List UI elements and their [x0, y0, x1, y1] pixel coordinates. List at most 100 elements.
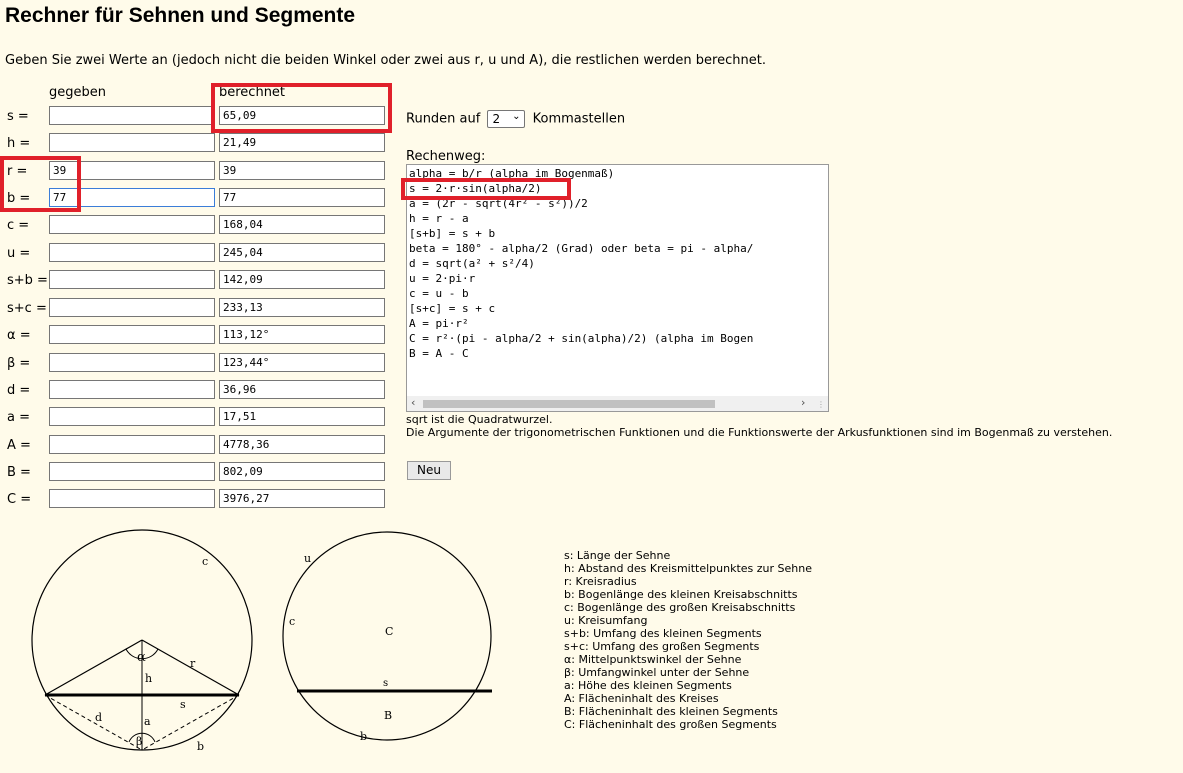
computed-field-c[interactable]: 168,04: [219, 215, 385, 234]
legend-item: a: Höhe des kleinen Segments: [564, 679, 732, 692]
computed-field-a[interactable]: 17,51: [219, 407, 385, 426]
formula-line: A = pi·r²: [409, 317, 469, 330]
legend-item: u: Kreisumfang: [564, 614, 648, 627]
formula-line: h = r - a: [409, 212, 469, 225]
legend-item: c: Bogenlänge des großen Kreisabschnitts: [564, 601, 796, 614]
scrollbar-thumb[interactable]: [423, 400, 715, 408]
legend-item: s+c: Umfang des großen Segments: [564, 640, 760, 653]
given-input-alpha[interactable]: [49, 325, 215, 344]
rounding-control: Runden auf 2 ⌄ Kommastellen: [406, 110, 625, 128]
highlight-box-formula-s: [401, 178, 571, 200]
computed-field-d[interactable]: 36,96: [219, 380, 385, 399]
computed-field-B[interactable]: 802,09: [219, 462, 385, 481]
computed-field-alpha[interactable]: 113,12°: [219, 325, 385, 344]
horizontal-scrollbar[interactable]: ‹ › ⋮: [407, 396, 828, 411]
computed-field-s-plus-b[interactable]: 142,09: [219, 270, 385, 289]
row-label: u =: [7, 246, 31, 261]
computed-field-s-plus-c[interactable]: 233,13: [219, 298, 385, 317]
legend-item: B: Flächeninhalt des kleinen Segments: [564, 705, 778, 718]
legend-item: s+b: Umfang des kleinen Segments: [564, 627, 762, 640]
row-label: α =: [7, 328, 31, 343]
formula-line: d = sqrt(a² + s²/4): [409, 257, 535, 270]
row-label: s =: [7, 109, 29, 124]
label-B: B: [384, 709, 392, 722]
computed-field-beta[interactable]: 123,44°: [219, 353, 385, 372]
given-input-s[interactable]: [49, 106, 215, 125]
given-input-C[interactable]: [49, 489, 215, 508]
chord-diagram-1: c α r h d s a β b: [31, 529, 253, 753]
label-c: c: [202, 555, 208, 568]
scroll-right-icon[interactable]: ›: [801, 396, 805, 409]
given-input-u[interactable]: [49, 243, 215, 262]
rounding-suffix: Kommastellen: [532, 111, 626, 127]
label-C: C: [385, 625, 393, 638]
computed-field-C[interactable]: 3976,27: [219, 489, 385, 508]
label-b: b: [197, 740, 204, 753]
legend-item: C: Flächeninhalt des großen Segments: [564, 718, 777, 731]
label-h: h: [145, 672, 152, 685]
row-label: β =: [7, 356, 31, 371]
row-label: d =: [7, 383, 31, 398]
row-label: A =: [7, 438, 31, 453]
label-a: a: [144, 715, 151, 728]
label-s: s: [383, 678, 388, 689]
rounding-prefix: Runden auf: [406, 111, 481, 127]
new-button[interactable]: Neu: [407, 461, 451, 480]
label-beta: β: [136, 735, 142, 748]
legend-item: b: Bogenlänge des kleinen Kreisabschnitt…: [564, 588, 798, 601]
given-input-a[interactable]: [49, 407, 215, 426]
legend-item: β: Umfangwinkel unter der Sehne: [564, 666, 750, 679]
instructions: Geben Sie zwei Werte an (jedoch nicht di…: [5, 53, 766, 68]
highlight-box-given-r-b: [0, 156, 81, 212]
computed-field-h[interactable]: 21,49: [219, 133, 385, 152]
legend-item: r: Kreisradius: [564, 575, 637, 588]
given-input-s-plus-c[interactable]: [49, 298, 215, 317]
resize-grip-icon[interactable]: ⋮: [817, 400, 825, 409]
given-input-c[interactable]: [49, 215, 215, 234]
given-input-d[interactable]: [49, 380, 215, 399]
rechenweg-label: Rechenweg:: [406, 149, 486, 164]
given-input-beta[interactable]: [49, 353, 215, 372]
computed-field-r[interactable]: 39: [219, 161, 385, 180]
row-label: h =: [7, 136, 31, 151]
given-input-A[interactable]: [49, 435, 215, 454]
formula-line: u = 2·pi·r: [409, 272, 476, 285]
label-u: u: [304, 552, 311, 565]
given-input-B[interactable]: [49, 462, 215, 481]
formula-line: [s+c] = s + c: [409, 302, 496, 315]
computed-field-u[interactable]: 245,04: [219, 243, 385, 262]
label-d: d: [95, 711, 102, 724]
note-sqrt: sqrt ist die Quadratwurzel.: [406, 413, 553, 426]
legend-item: α: Mittelpunktswinkel der Sehne: [564, 653, 742, 666]
computed-field-b[interactable]: 77: [219, 188, 385, 207]
rechenweg-textarea[interactable]: alpha = b/r (alpha im Bogenmaß) s = 2·r·s…: [406, 164, 829, 412]
scroll-left-icon[interactable]: ‹: [411, 396, 415, 409]
legend-item: s: Länge der Sehne: [564, 549, 671, 562]
computed-field-A[interactable]: 4778,36: [219, 435, 385, 454]
legend-item: A: Flächeninhalt des Kreises: [564, 692, 719, 705]
formula-line: B = A - C: [409, 347, 469, 360]
chevron-down-icon: ⌄: [512, 111, 521, 122]
label-r: r: [190, 657, 196, 670]
page-title: Rechner für Sehnen und Segmente: [5, 4, 356, 27]
row-label: c =: [7, 218, 30, 233]
symbol-legend: s: Länge der Sehne h: Abstand des Kreismi…: [564, 549, 812, 731]
row-label: B =: [7, 465, 31, 480]
given-input-h[interactable]: [49, 133, 215, 152]
rounding-value: 2: [492, 112, 501, 126]
label-s: s: [180, 698, 186, 711]
formula-line: C = r²·(pi - alpha/2 + sin(alpha)/2) (al…: [409, 332, 754, 345]
label-b: b: [360, 730, 367, 743]
row-label: s+b =: [7, 273, 48, 288]
column-header-given: gegeben: [49, 85, 106, 100]
chord-diagram-2: u c C s B b: [282, 531, 492, 743]
row-label: C =: [7, 492, 32, 507]
given-input-s-plus-b[interactable]: [49, 270, 215, 289]
formula-line: c = u - b: [409, 287, 469, 300]
label-c: c: [289, 615, 295, 628]
note-bogenmass: Die Argumente der trigonometrischen Funk…: [406, 426, 1113, 439]
legend-item: h: Abstand des Kreismittelpunktes zur Se…: [564, 562, 812, 575]
rounding-select[interactable]: 2 ⌄: [487, 110, 526, 128]
formula-line: beta = 180° - alpha/2 (Grad) oder beta =…: [409, 242, 754, 255]
formula-line: [s+b] = s + b: [409, 227, 496, 240]
